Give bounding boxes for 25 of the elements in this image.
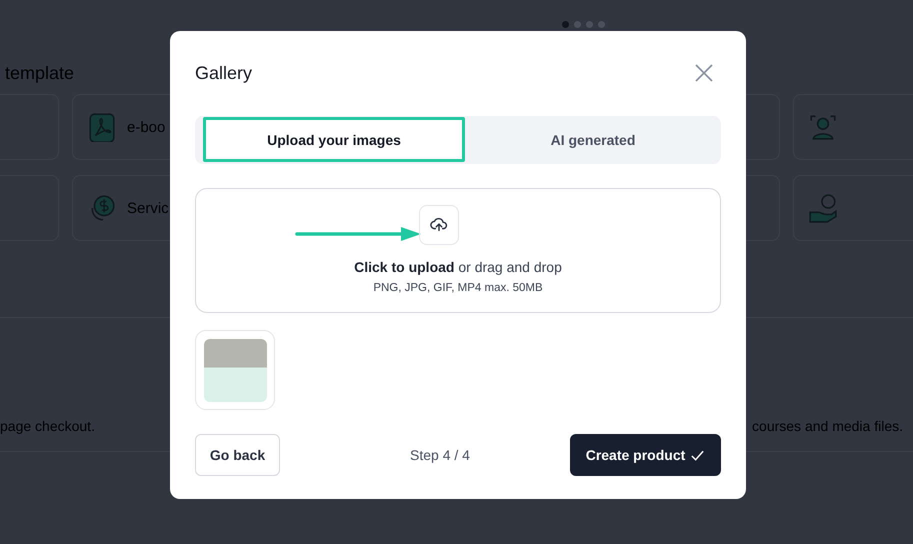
file-formats-text: PNG, JPG, GIF, MP4 max. 50MB xyxy=(373,282,543,294)
cloud-upload-icon xyxy=(430,216,448,234)
section-heading: template xyxy=(5,63,74,85)
carousel-dot[interactable] xyxy=(598,21,605,28)
description-text: courses and media files. xyxy=(752,418,903,434)
tab[interactable]: Upload your images xyxy=(203,117,465,162)
dialog-title: Gallery xyxy=(195,62,252,84)
card-label: Servic xyxy=(127,200,169,216)
upload-button[interactable] xyxy=(419,205,459,245)
carousel-dot[interactable] xyxy=(562,21,569,28)
tab[interactable]: AI generated xyxy=(465,116,721,164)
step-indicator: Step 4 / 4 xyxy=(410,447,470,463)
image-thumbnail[interactable] xyxy=(195,330,275,410)
description-text: page checkout. xyxy=(0,418,95,434)
create-product-button[interactable]: Create product xyxy=(570,434,721,476)
hand-coin-icon xyxy=(808,193,838,223)
pdf-icon xyxy=(87,112,117,142)
carousel-dot[interactable] xyxy=(586,21,593,28)
go-back-button[interactable]: Go back xyxy=(195,434,280,476)
photo-placeholder xyxy=(204,338,266,402)
upload-instruction: Click to upload or drag and drop xyxy=(354,259,562,275)
close-button[interactable] xyxy=(693,62,715,84)
card-label: e-boo xyxy=(127,118,166,136)
carousel-dot[interactable] xyxy=(574,21,581,28)
upload-dropzone[interactable]: Click to upload or drag and drop PNG, JPG, GIF, MP4 max. 50MB xyxy=(195,188,721,313)
